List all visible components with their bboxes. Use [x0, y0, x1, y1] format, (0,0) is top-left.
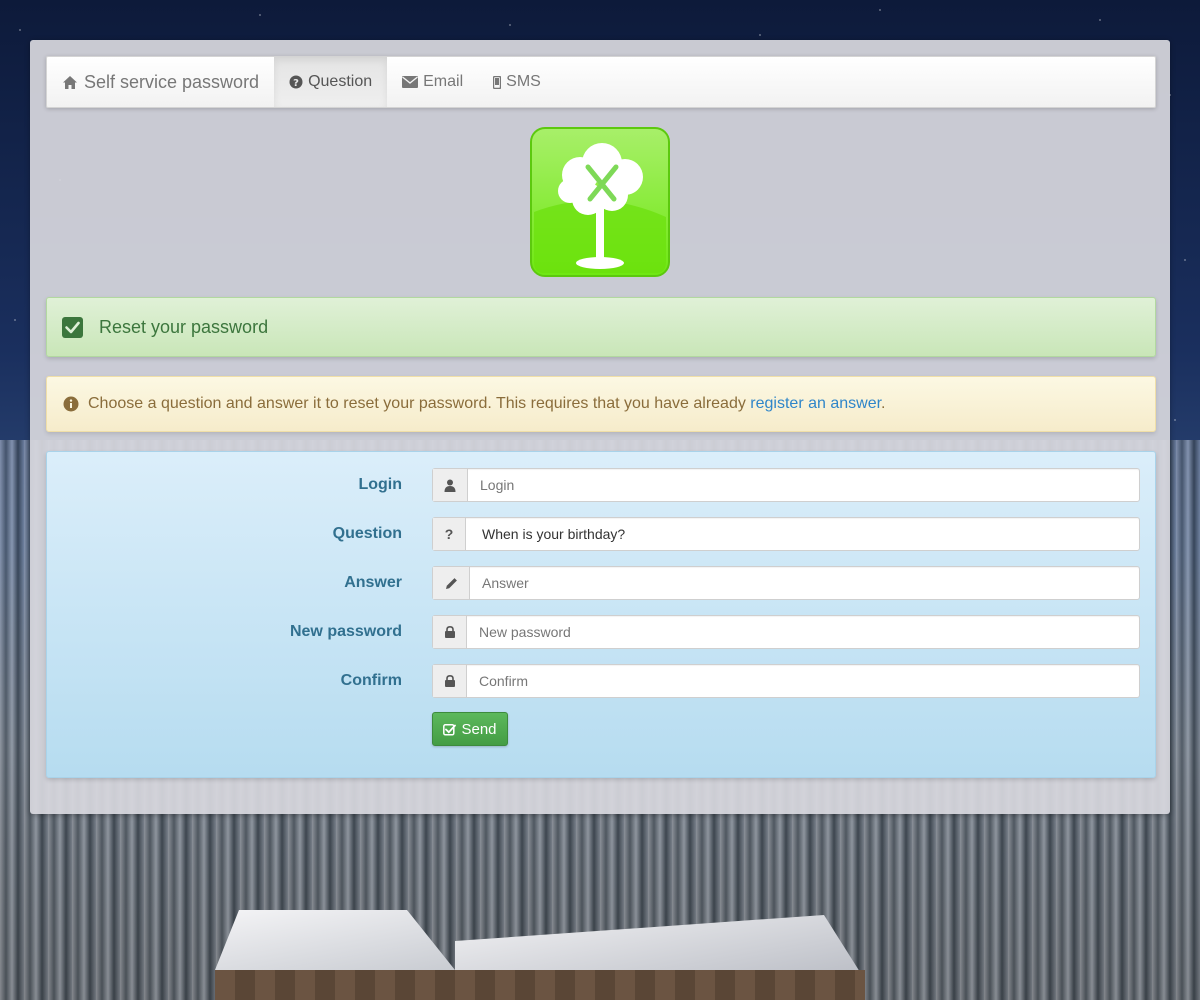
reset-form: Login Question ? When is your birthday? … — [46, 451, 1156, 778]
new-password-label: New password — [289, 623, 402, 640]
question-row: Question ? When is your birthday? — [47, 517, 1155, 551]
envelope-icon — [402, 76, 419, 88]
tab-question[interactable]: ? Question — [274, 57, 388, 107]
navbar: Self service password ? Question Email S… — [46, 56, 1156, 108]
user-icon — [433, 469, 468, 501]
login-input-group — [432, 468, 1140, 502]
main-panel: Self service password ? Question Email S… — [30, 40, 1170, 814]
tab-email-label: Email — [423, 73, 464, 90]
mobile-icon — [493, 75, 502, 89]
navbar-brand[interactable]: Self service password — [47, 57, 274, 107]
tab-sms[interactable]: SMS — [478, 57, 556, 107]
confirm-row: Confirm — [47, 664, 1155, 698]
new-password-input[interactable] — [467, 616, 1139, 648]
confirm-input-group — [432, 664, 1140, 698]
login-label: Login — [358, 476, 402, 493]
tab-sms-label: SMS — [506, 73, 541, 90]
send-button[interactable]: Send — [432, 712, 508, 746]
lock-icon — [433, 616, 467, 648]
navbar-brand-label: Self service password — [84, 71, 260, 92]
question-input-group: ? When is your birthday? — [432, 517, 1140, 551]
tree-logo-icon — [530, 127, 670, 277]
pencil-icon — [433, 567, 470, 599]
question-mark-icon: ? — [433, 518, 466, 550]
lock-icon — [433, 665, 467, 697]
new-password-input-group — [432, 615, 1140, 649]
tab-question-label: Question — [308, 73, 373, 90]
alert-info: Choose a question and answer it to reset… — [46, 376, 1156, 432]
question-circle-icon: ? — [289, 75, 303, 89]
home-icon — [62, 75, 78, 90]
question-select[interactable]: When is your birthday? — [466, 518, 1139, 550]
confirm-label: Confirm — [340, 672, 402, 689]
answer-label: Answer — [344, 574, 402, 591]
svg-text:?: ? — [293, 78, 299, 89]
register-answer-link[interactable]: register an answer — [750, 395, 881, 412]
login-input[interactable] — [468, 469, 1139, 501]
info-circle-icon — [63, 396, 79, 412]
confirm-input[interactable] — [467, 665, 1139, 697]
check-square-o-icon — [443, 723, 457, 736]
tab-email[interactable]: Email — [387, 57, 478, 107]
alert-info-text: Choose a question and answer it to reset… — [88, 395, 886, 412]
alert-success-text: Reset your password — [99, 316, 269, 337]
answer-row: Answer — [47, 566, 1155, 600]
cabin-background — [215, 910, 865, 1000]
send-button-label: Send — [461, 720, 497, 738]
new-password-row: New password — [47, 615, 1155, 649]
check-square-icon — [62, 316, 83, 338]
alert-success: Reset your password — [46, 297, 1156, 357]
answer-input[interactable] — [470, 567, 1139, 599]
login-row: Login — [47, 468, 1155, 502]
question-label: Question — [332, 525, 402, 542]
answer-input-group — [432, 566, 1140, 600]
